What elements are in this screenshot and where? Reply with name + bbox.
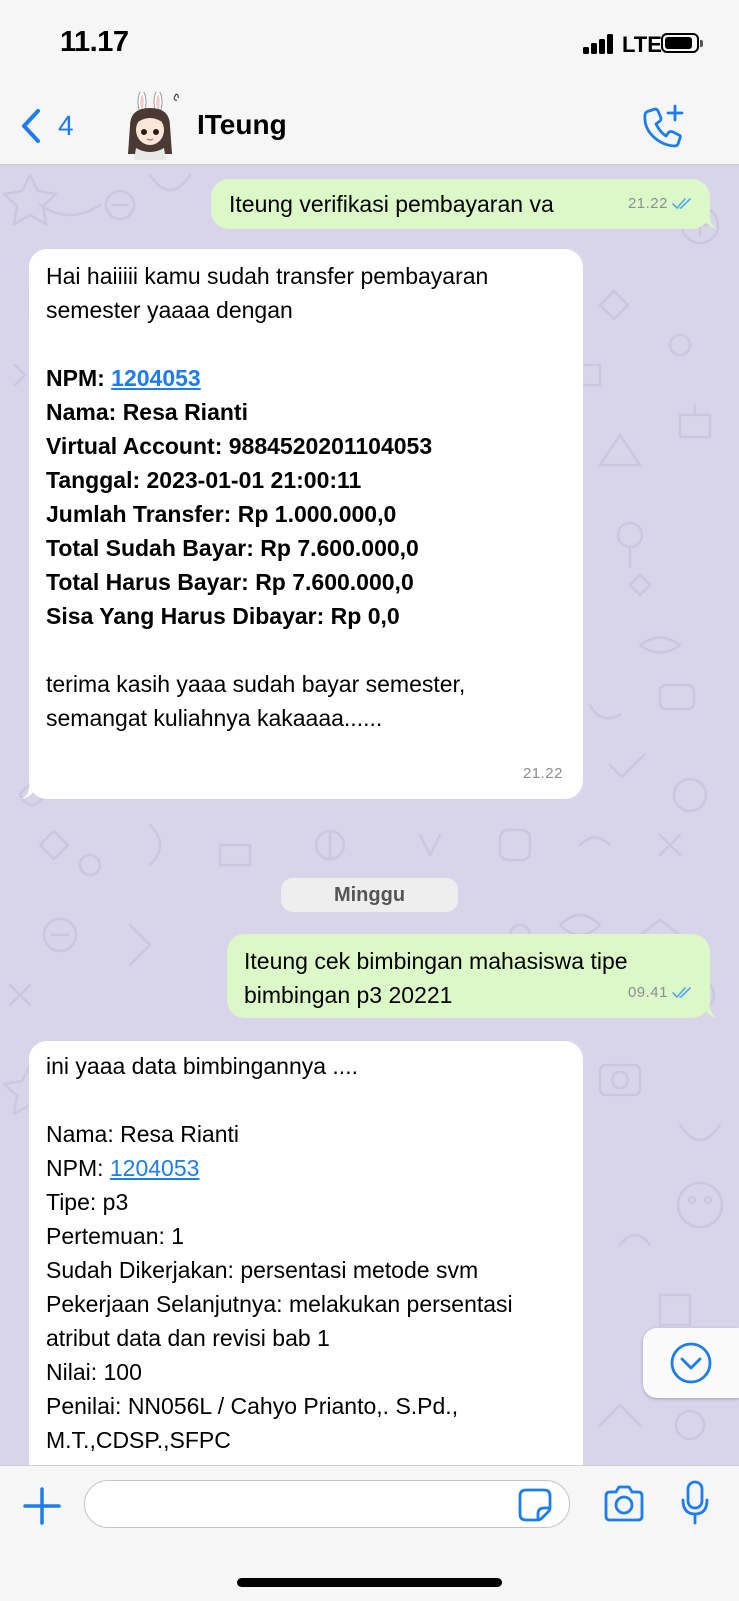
outgoing-message[interactable]: Iteung cek bimbingan mahasiswa tipe bimb… <box>227 934 718 1018</box>
network-type: LTE <box>622 32 662 57</box>
nama-line: Nama: Resa Rianti <box>46 399 248 425</box>
virtual-account-line: Virtual Account: 9884520201104053 <box>46 433 433 459</box>
nilai-line: Nilai: 100 <box>46 1359 142 1385</box>
bubble-tail <box>21 781 37 799</box>
message-text: Iteung verifikasi pembayaran va <box>229 191 554 217</box>
battery-icon <box>661 33 703 53</box>
jumlah-transfer-line: Jumlah Transfer: Rp 1.000.000,0 <box>46 501 397 527</box>
message-line: terima kasih yaaa sudah bayar semester, <box>46 671 466 697</box>
home-indicator <box>237 1578 502 1587</box>
double-check-icon <box>672 987 691 999</box>
tipe-line: Tipe: p3 <box>46 1189 129 1215</box>
status-time: 11.17 <box>60 26 129 58</box>
message-line: Hai haiiiii kamu sudah transfer pembayar… <box>46 263 489 289</box>
sisa-line: Sisa Yang Harus Dibayar: Rp 0,0 <box>46 603 400 629</box>
message-input[interactable] <box>84 1480 570 1528</box>
camera-icon[interactable] <box>602 1484 646 1524</box>
unread-count: 4 <box>58 110 74 141</box>
npm-line: NPM: 1204053 <box>46 361 567 395</box>
tanggal-line: Tanggal: 2023-01-01 21:00:11 <box>46 467 362 493</box>
npm-link[interactable]: 1204053 <box>111 365 201 391</box>
contact-name[interactable]: ITeung <box>197 109 287 141</box>
npm-link[interactable]: 1204053 <box>110 1155 200 1181</box>
message-time: 21.22 <box>522 765 563 782</box>
scroll-to-bottom-button[interactable] <box>643 1328 739 1398</box>
message-line: semester yaaaa dengan <box>46 297 293 323</box>
pekerjaan-line: Pekerjaan Selanjutnya: melakukan persent… <box>46 1291 513 1317</box>
incoming-message[interactable]: Hai haiiiii kamu sudah transfer pembayar… <box>21 249 583 799</box>
penilai-line: Penilai: NN056L / Cahyo Prianto,. S.Pd., <box>46 1393 459 1419</box>
sudah-dikerjakan-line: Sudah Dikerjakan: persentasi metode svm <box>46 1257 479 1283</box>
pekerjaan-line: atribut data dan revisi bab 1 <box>46 1325 330 1351</box>
plus-icon[interactable] <box>22 1486 62 1526</box>
npm-line: NPM: 1204053 <box>46 1151 567 1185</box>
add-call-icon[interactable] <box>640 103 686 149</box>
mic-icon[interactable] <box>680 1480 710 1526</box>
chat-header: 4 ITeung <box>0 88 739 165</box>
outgoing-message[interactable]: Iteung verifikasi pembayaran va 21.22 <box>211 179 718 229</box>
message-line: bimbingan p3 20221 <box>244 982 453 1008</box>
bubble-tail <box>702 1000 718 1018</box>
back-button[interactable]: 4 <box>20 106 74 146</box>
chat-area[interactable]: Iteung verifikasi pembayaran va 21.22 Ha… <box>0 165 739 1465</box>
chevron-left-icon <box>22 109 40 143</box>
npm-label: NPM: <box>46 1155 110 1181</box>
date-separator: Minggu <box>281 878 458 912</box>
message-line: Iteung cek bimbingan mahasiswa tipe <box>244 948 628 974</box>
pertemuan-line: Pertemuan: 1 <box>46 1223 185 1249</box>
total-sudah-bayar-line: Total Sudah Bayar: Rp 7.600.000,0 <box>46 535 419 561</box>
message-time: 21.22 <box>627 195 668 212</box>
message-line: semangat kuliahnya kakaaaa...... <box>46 705 383 731</box>
nama-line: Nama: Resa Rianti <box>46 1121 240 1147</box>
npm-label: NPM: <box>46 365 112 391</box>
status-bar: 11.17 LTE <box>0 0 739 88</box>
message-meta: 21.22 <box>523 757 563 791</box>
total-harus-bayar-line: Total Harus Bayar: Rp 7.600.000,0 <box>46 569 414 595</box>
sticker-icon[interactable] <box>516 1486 554 1524</box>
chevron-down-icon <box>670 1342 712 1384</box>
message-time: 09.41 <box>627 984 668 1001</box>
signal-icon <box>583 34 613 54</box>
avatar[interactable] <box>118 92 184 160</box>
message-line: ini yaaa data bimbingannya .... <box>46 1053 358 1079</box>
bubble-tail <box>702 211 718 229</box>
message-meta: 09.41 <box>628 976 694 1010</box>
double-check-icon <box>672 198 691 210</box>
message-meta: 21.22 <box>628 187 694 221</box>
incoming-message[interactable]: ini yaaa data bimbingannya .... Nama: Re… <box>29 1041 583 1465</box>
penilai-line: M.T.,CDSP.,SFPC <box>46 1427 231 1453</box>
message-composer <box>0 1465 739 1601</box>
